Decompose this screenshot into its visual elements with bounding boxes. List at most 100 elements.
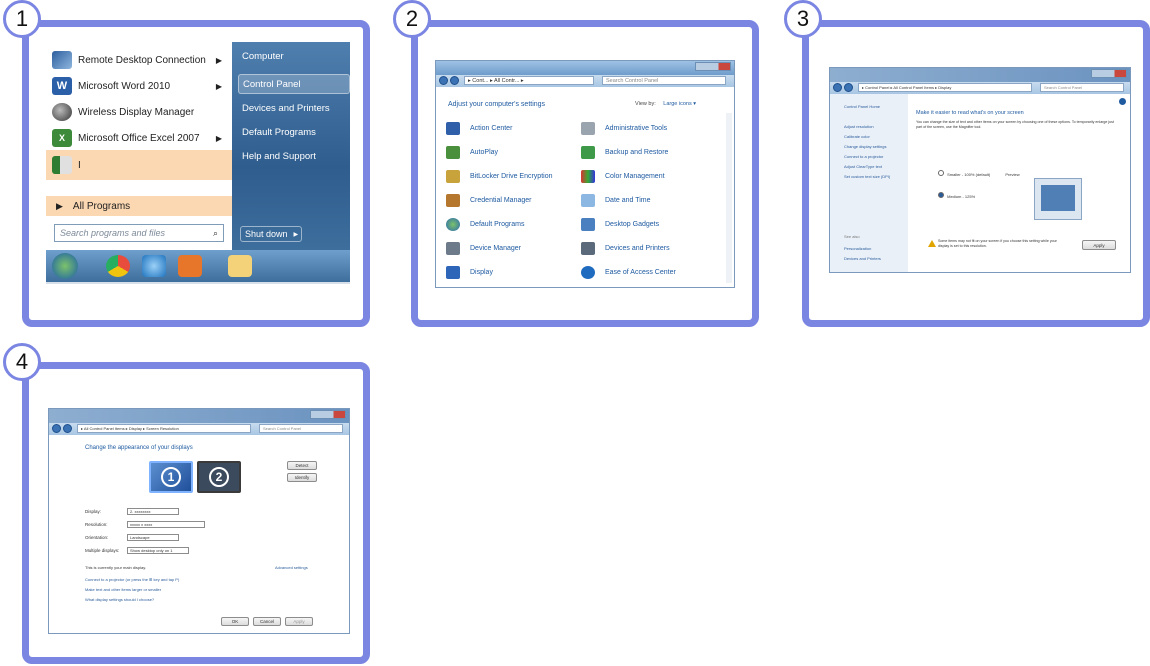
item-default-programs[interactable]: Default Programs — [446, 215, 524, 233]
device-manager-icon — [446, 241, 460, 255]
sidebar-adjust-resolution[interactable]: Adjust resolution — [844, 124, 874, 129]
program-remote-desktop[interactable]: Remote Desktop Connection ▶ — [46, 48, 232, 72]
radio-icon — [938, 170, 944, 176]
sidebar-calibrate-color[interactable]: Calibrate color — [844, 134, 870, 139]
item-label: Device Manager — [470, 244, 521, 252]
program-excel[interactable]: X Microsoft Office Excel 2007 ▶ — [46, 126, 232, 150]
chrome-icon[interactable] — [106, 255, 130, 277]
sidebar-devices-printers[interactable]: Devices and Printers — [844, 256, 881, 261]
apply-button[interactable]: Apply — [285, 617, 313, 626]
back-icon[interactable] — [439, 76, 448, 85]
step-2-badge: 2 — [393, 0, 431, 38]
item-backup-restore[interactable]: Backup and Restore — [581, 143, 668, 161]
sidebar-change-display[interactable]: Change display settings — [844, 144, 886, 149]
item-date-time[interactable]: Date and Time — [581, 191, 651, 209]
display-window: ▸ Control Panel ▸ All Control Panel Item… — [829, 67, 1131, 273]
place-devices-printers[interactable]: Devices and Printers — [238, 98, 350, 118]
orientation-select[interactable]: Landscape — [127, 534, 179, 541]
item-label: Color Management — [605, 172, 665, 180]
forward-icon[interactable] — [63, 424, 72, 433]
back-icon[interactable] — [52, 424, 61, 433]
all-programs-label: All Programs — [72, 200, 131, 212]
display-main: Make it easier to read what's on your sc… — [916, 94, 1130, 272]
item-action-center[interactable]: Action Center — [446, 119, 512, 137]
all-programs[interactable]: ▶ All Programs — [46, 196, 232, 216]
clock-icon — [581, 193, 595, 207]
view-by-value[interactable]: Large icons ▾ — [663, 101, 696, 107]
help-icon[interactable] — [1119, 98, 1126, 105]
search-field[interactable]: Search Control Panel — [1040, 83, 1124, 92]
option-medium[interactable]: Medium - 125% — [938, 192, 975, 199]
place-default-programs[interactable]: Default Programs — [238, 122, 350, 142]
address-field[interactable]: ▸ Cont... ▸ All Contr... ▸ — [464, 76, 594, 85]
tools-icon — [581, 121, 595, 135]
window-buttons[interactable] — [310, 410, 346, 419]
item-desktop-gadgets[interactable]: Desktop Gadgets — [581, 215, 659, 233]
preview-window — [1041, 185, 1075, 211]
item-bitlocker[interactable]: BitLocker Drive Encryption — [446, 167, 552, 185]
shutdown-button[interactable]: Shut down ▶ — [240, 226, 302, 242]
item-administrative-tools[interactable]: Administrative Tools — [581, 119, 667, 137]
sidebar-personalization[interactable]: Personalization — [844, 246, 871, 251]
multiple-displays-select[interactable]: Show desktop only on 1 — [127, 547, 189, 554]
wireless-display-icon — [52, 103, 72, 121]
ease-of-access-icon — [581, 265, 595, 279]
submenu-arrow-icon: ▶ — [215, 81, 222, 91]
monitor-2[interactable]: 2 — [197, 461, 241, 493]
search-field[interactable]: Search Control Panel — [602, 76, 726, 85]
internet-explorer-icon[interactable] — [142, 255, 166, 277]
apply-button[interactable]: Apply — [1082, 240, 1116, 250]
window-buttons[interactable] — [1091, 69, 1127, 78]
item-credential-manager[interactable]: Credential Manager — [446, 191, 531, 209]
sidebar-connect-projector[interactable]: Connect to a projector — [844, 154, 883, 159]
place-help-support[interactable]: Help and Support — [238, 146, 350, 166]
forward-icon[interactable] — [844, 83, 853, 92]
address-field[interactable]: ▸ Control Panel ▸ All Control Panel Item… — [858, 83, 1032, 92]
resolution-select[interactable]: xxxxx x xxxx — [127, 521, 205, 528]
place-control-panel[interactable]: Control Panel — [238, 74, 350, 94]
item-autoplay[interactable]: AutoPlay — [446, 143, 498, 161]
detect-button[interactable]: Detect — [287, 461, 317, 470]
display-settings-help-link[interactable]: What display settings should I choose? — [85, 597, 154, 602]
back-icon[interactable] — [833, 83, 842, 92]
sidebar-home[interactable]: Control Panel Home — [844, 104, 880, 109]
default-programs-icon — [446, 217, 460, 231]
window-buttons[interactable] — [695, 62, 731, 71]
search-input[interactable]: Search programs and files ⌕ — [54, 224, 224, 242]
item-color-management[interactable]: Color Management — [581, 167, 665, 185]
connect-projector-link[interactable]: Connect to a projector (or press the ⊞ k… — [85, 577, 179, 582]
item-devices-printers[interactable]: Devices and Printers — [581, 239, 670, 257]
search-field[interactable]: Search Control Panel — [259, 424, 343, 433]
step-3-badge: 3 — [784, 0, 822, 38]
program-wireless-display[interactable]: Wireless Display Manager — [46, 100, 232, 124]
monitor-1[interactable]: 1 — [149, 461, 193, 493]
start-orb-icon[interactable] — [52, 253, 78, 279]
text-size-link[interactable]: Make text and other items larger or smal… — [85, 587, 161, 592]
remote-desktop-icon — [52, 51, 72, 69]
item-display[interactable]: Display — [446, 263, 493, 281]
place-computer[interactable]: Computer — [238, 46, 350, 66]
title-bar — [830, 68, 1130, 82]
forward-icon[interactable] — [450, 76, 459, 85]
shutdown-label: Shut down — [245, 229, 288, 239]
program-highlighted[interactable]: I — [46, 150, 232, 180]
sidebar-cleartype[interactable]: Adjust ClearType text — [844, 164, 882, 169]
program-word[interactable]: W Microsoft Word 2010 ▶ — [46, 74, 232, 98]
sidebar-custom-dpi[interactable]: Set custom text size (DPI) — [844, 174, 890, 179]
advanced-settings-link[interactable]: Advanced settings — [275, 565, 308, 570]
item-ease-of-access[interactable]: Ease of Access Center — [581, 263, 676, 281]
item-label: Backup and Restore — [605, 148, 669, 156]
option-smaller[interactable]: Smaller - 100% (default) Preview — [938, 170, 1020, 177]
ok-button[interactable]: OK — [221, 617, 249, 626]
item-device-manager[interactable]: Device Manager — [446, 239, 521, 257]
cancel-button[interactable]: Cancel — [253, 617, 281, 626]
main-display-note: This is currently your main display. — [85, 565, 147, 570]
media-player-icon[interactable] — [178, 255, 202, 277]
identify-button[interactable]: Identify — [287, 473, 317, 482]
scrollbar[interactable] — [726, 113, 732, 283]
folder-icon[interactable] — [228, 255, 252, 277]
address-field[interactable]: ▸ All Control Panel Items ▸ Display ▸ Sc… — [77, 424, 251, 433]
display-select[interactable]: 2. xxxxxxxx — [127, 508, 179, 515]
flag-icon — [446, 121, 460, 135]
program-label: Wireless Display Manager — [78, 106, 195, 118]
